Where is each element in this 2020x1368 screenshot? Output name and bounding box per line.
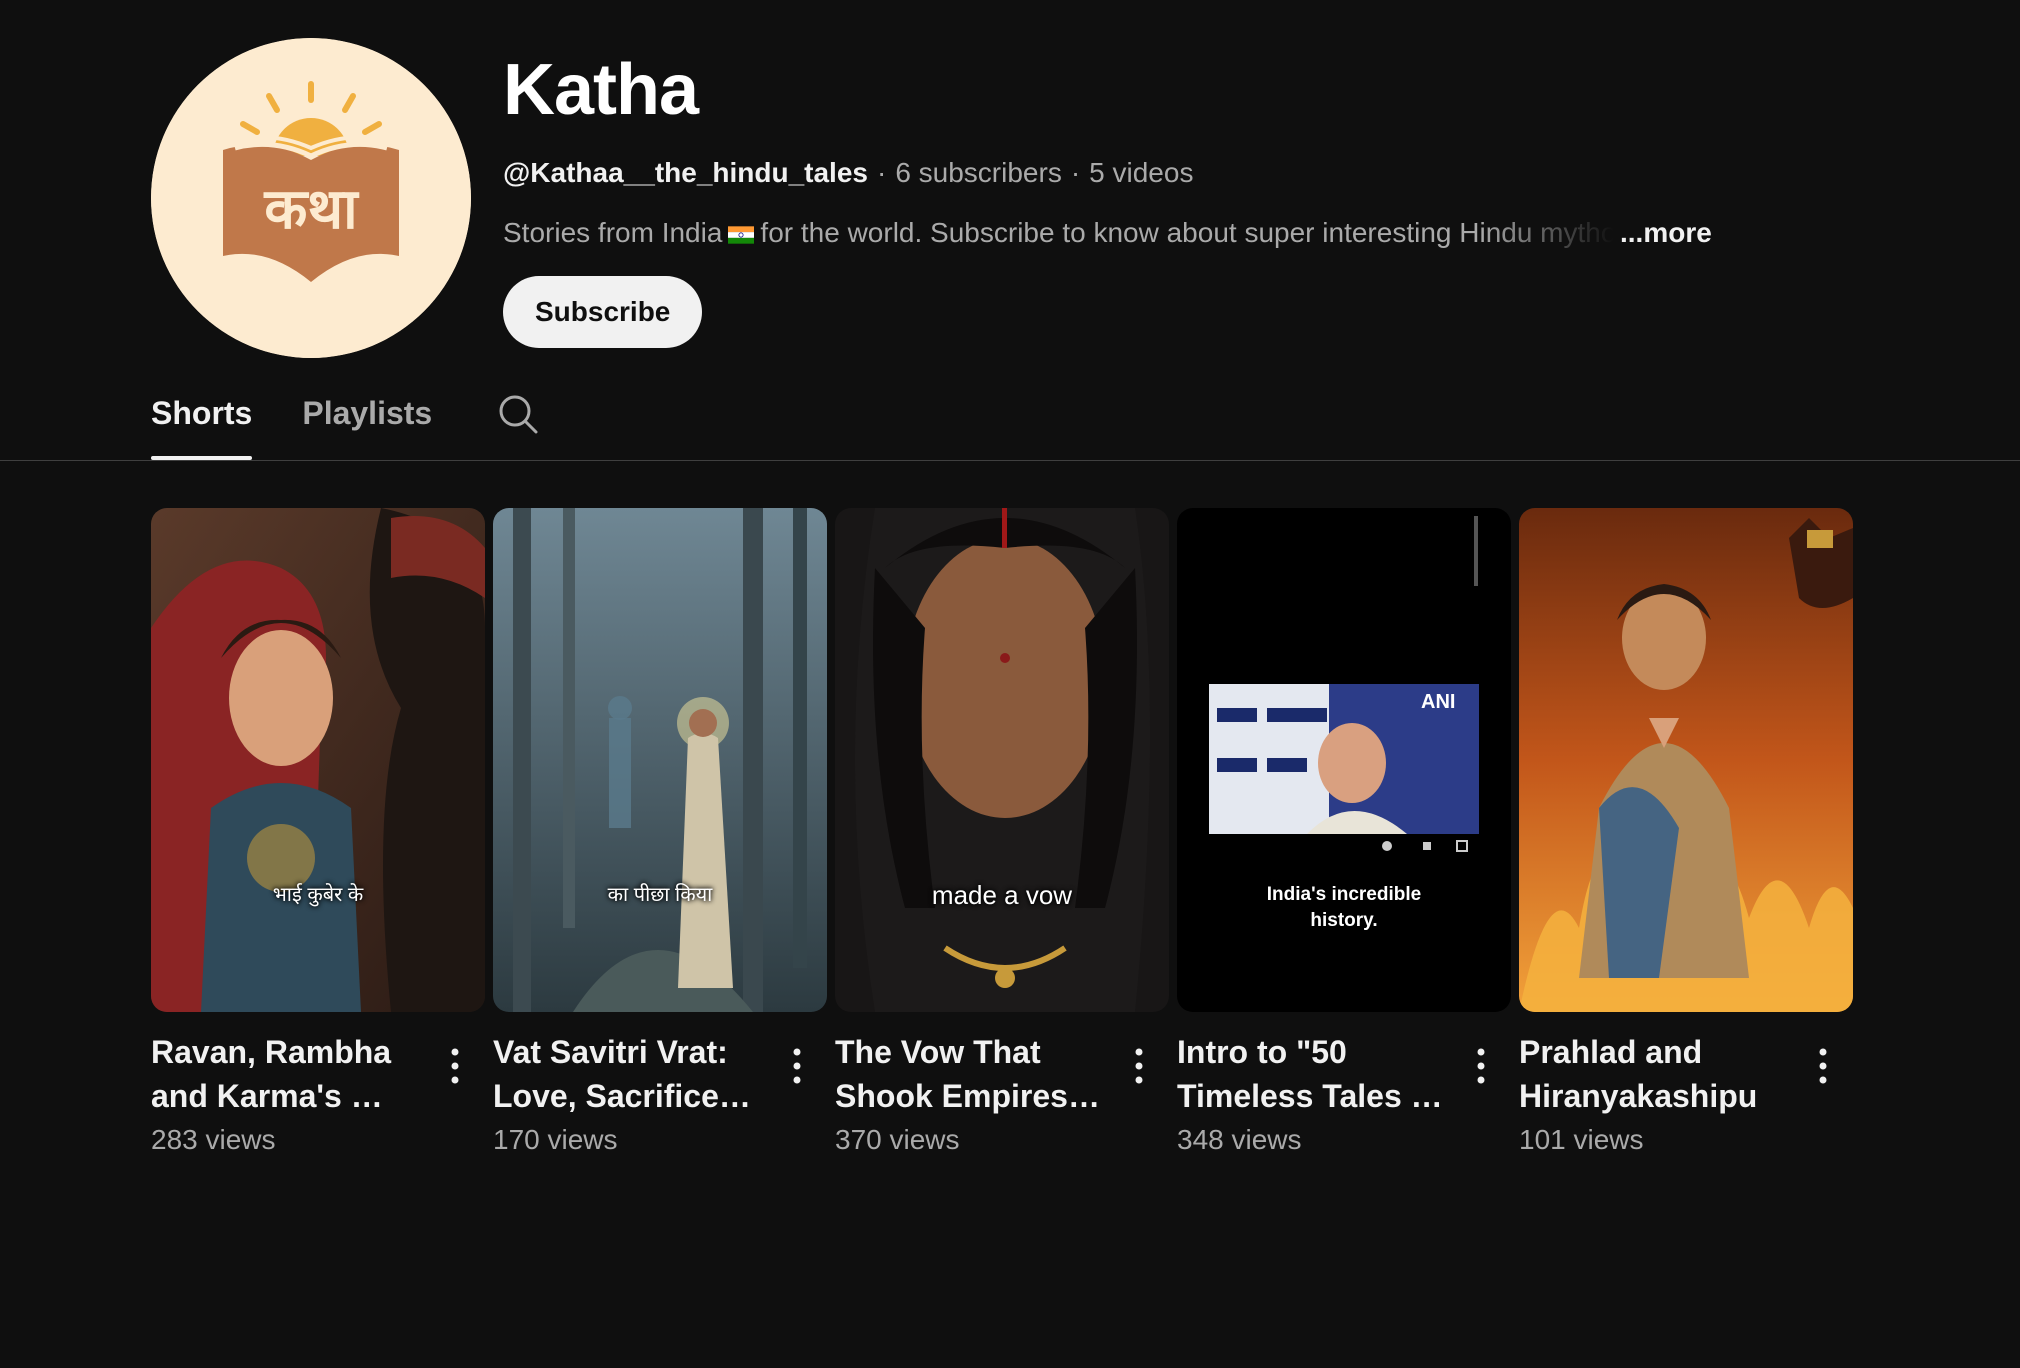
tab-playlists[interactable]: Playlists <box>302 386 432 460</box>
tab-shorts[interactable]: Shorts <box>151 386 253 460</box>
short-overlay-text: India's incredible history. <box>1266 884 1422 931</box>
search-icon[interactable] <box>498 394 538 434</box>
short-card: भाई कुबेर के Ravan, Rambha and Karma's …… <box>151 508 485 1158</box>
short-views: 170 views <box>493 1124 618 1155</box>
channel-handle: @Kathaa__the_hindu_tales <box>503 157 868 188</box>
short-views: 348 views <box>1177 1124 1302 1155</box>
short-overlay-text: भाई कुबेर के <box>272 884 364 906</box>
avatar-text: कथा <box>263 177 360 242</box>
more-options-icon[interactable] <box>1125 1044 1153 1088</box>
short-overlay-text: made a vow <box>931 880 1073 910</box>
short-views: 370 views <box>835 1124 960 1155</box>
channel-tabs: Shorts Playlists <box>151 386 538 460</box>
channel-meta: @Kathaa__the_hindu_tales · 6 subscribers… <box>503 156 1803 190</box>
short-thumbnail[interactable]: made a vow <box>835 508 1169 1012</box>
subscriber-count: 6 subscribers <box>895 157 1062 188</box>
short-views: 283 views <box>151 1124 276 1155</box>
more-options-icon[interactable] <box>1809 1044 1837 1088</box>
short-card: ANI India's incredible history. Intro to… <box>1177 508 1511 1158</box>
short-card: Prahlad and Hiranyakashipu 101 views <box>1519 508 1853 1158</box>
meta-separator: · <box>876 157 887 188</box>
video-count: 5 videos <box>1089 157 1194 188</box>
india-flag-icon <box>728 226 755 244</box>
meta-separator: · <box>1070 157 1081 188</box>
short-card: का पीछा किया Vat Savitri Vrat: Love, Sac… <box>493 508 827 1158</box>
short-title[interactable]: Ravan, Rambha and Karma's … <box>151 1030 421 1118</box>
description-part-2: for the world. Subscribe to know about s… <box>760 217 1614 248</box>
short-thumbnail[interactable]: का पीछा किया <box>493 508 827 1012</box>
short-title[interactable]: Intro to "50 Timeless Tales … <box>1177 1030 1447 1118</box>
more-options-icon[interactable] <box>783 1044 811 1088</box>
tabs-divider <box>0 460 2020 461</box>
channel-avatar: कथा <box>151 38 471 358</box>
more-options-icon[interactable] <box>441 1044 469 1088</box>
short-views: 101 views <box>1519 1124 1644 1155</box>
short-thumbnail[interactable] <box>1519 508 1853 1012</box>
short-title[interactable]: Vat Savitri Vrat: Love, Sacrifice &… <box>493 1030 763 1118</box>
short-thumbnail[interactable]: भाई कुबेर के <box>151 508 485 1012</box>
channel-info: Katha @Kathaa__the_hindu_tales · 6 subsc… <box>503 50 1803 348</box>
shorts-grid: भाई कुबेर के Ravan, Rambha and Karma's …… <box>151 508 1861 1158</box>
short-thumbnail[interactable]: ANI India's incredible history. <box>1177 508 1511 1012</box>
more-options-icon[interactable] <box>1467 1044 1495 1088</box>
channel-description[interactable]: Stories from India for the world. Subscri… <box>503 216 1803 250</box>
short-title[interactable]: Prahlad and Hiranyakashipu <box>1519 1030 1789 1118</box>
description-text: Stories from India for the world. Subscri… <box>503 216 1614 250</box>
short-overlay-text: का पीछा किया <box>607 884 713 906</box>
description-part-1: Stories from India <box>503 217 723 248</box>
katha-logo: कथा <box>151 38 471 358</box>
more-link[interactable]: ...more <box>1620 216 1712 250</box>
ani-badge: ANI <box>1421 691 1455 713</box>
subscribe-button[interactable]: Subscribe <box>503 276 703 348</box>
short-card: made a vow The Vow That Shook Empires: …… <box>835 508 1169 1158</box>
short-title[interactable]: The Vow That Shook Empires: … <box>835 1030 1105 1118</box>
channel-title: Katha <box>503 50 699 130</box>
